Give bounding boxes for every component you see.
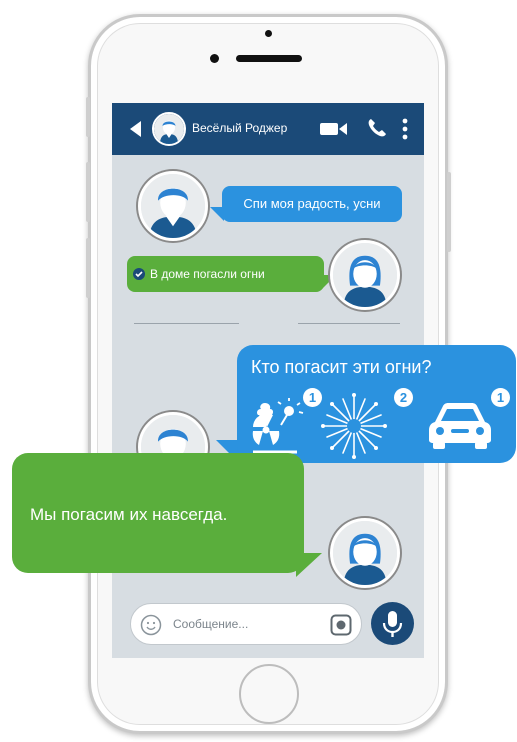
avatar-contact [138,171,208,241]
question-bubble[interactable]: Кто погасит эти огни? 1 2 1 [237,345,516,463]
emoji-icon[interactable] [140,614,162,636]
message-text: В доме погасли огни [150,267,265,281]
fireworks-icon [321,393,387,459]
back-arrow-icon[interactable] [130,121,141,137]
date-divider-left [134,323,239,324]
sensor [210,54,219,63]
phone-call-icon[interactable] [367,118,387,138]
date-divider-right [298,323,400,324]
count-badge: 1 [491,388,510,407]
message-text: Спи моя радость, усни [243,196,381,211]
earpiece-speaker [236,55,302,62]
mic-button[interactable] [371,602,414,645]
camera-icon[interactable] [330,614,352,636]
avatar-user [330,518,400,588]
phone-volume-down-button [86,238,90,298]
read-check-icon [133,268,145,280]
message-bubble-outgoing[interactable]: В доме погасли огни [127,256,324,292]
contact-name[interactable]: Весёлый Роджер [192,121,287,135]
front-camera [265,30,272,37]
car-icon [429,403,491,449]
count-badge: 2 [394,388,413,407]
phone-power-button [447,172,451,252]
avatar-user [330,240,400,310]
home-button[interactable] [239,664,299,724]
video-call-icon[interactable] [320,122,348,136]
chat-header: Весёлый Роджер [112,103,424,155]
phone-side-button [86,97,90,137]
contact-avatar[interactable] [152,112,186,146]
answer-bubble[interactable]: Мы погасим их навсегда. [12,453,304,573]
message-bubble-incoming[interactable]: Спи моя радость, усни [222,186,402,222]
answer-text: Мы погасим их навсегда. [30,505,228,524]
phone-volume-up-button [86,162,90,222]
nuclear-blast-icon [252,398,304,454]
microphone-icon [382,611,403,637]
more-options-icon[interactable] [402,118,408,140]
message-tail [210,207,224,221]
message-input-bar[interactable]: Сообщение... [130,603,362,645]
message-input-placeholder[interactable]: Сообщение... [173,617,248,631]
question-text: Кто погасит эти огни? [251,357,432,377]
